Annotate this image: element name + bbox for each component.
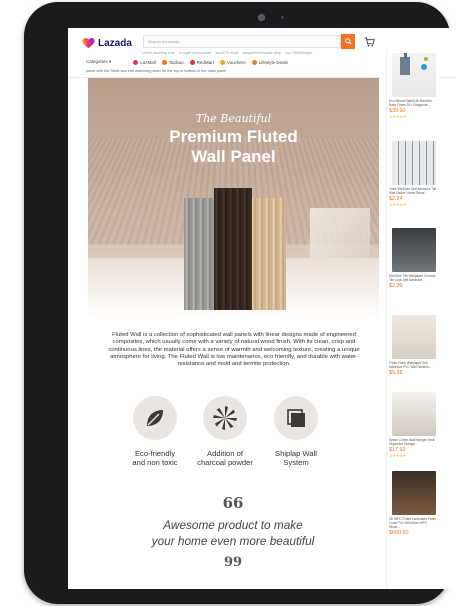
feature-label-line: System: [283, 458, 309, 467]
search-suggestions: wheel mounting trunk bougain shoes power…: [143, 51, 363, 55]
rating-stars: ★★★★★: [389, 454, 407, 458]
nav-item-label: Lifestyle Deals: [258, 59, 288, 65]
product-thumbnail[interactable]: [392, 53, 436, 97]
feature-label-line: Shiplap Wall: [275, 449, 317, 458]
feature-label: Shiplap Wall System: [256, 449, 336, 467]
banner-script-text: The Beautiful: [195, 112, 272, 125]
nav-item-label: RedMart: [196, 59, 214, 65]
open-quote-mark: 66: [222, 494, 244, 512]
nav-item-label: LazMall: [140, 59, 156, 65]
nav-item-vouchers[interactable]: Vouchers: [219, 59, 246, 65]
recommendation-card[interactable]: 3D WPC Fluted Laminated Panel Cover For …: [389, 471, 439, 536]
dark-wood-panel-sample: [214, 188, 252, 310]
heart-logo-icon: [82, 38, 95, 49]
tablet-frame: Lazada Search in Lazada wheel mounting t…: [24, 2, 456, 604]
taobao-icon: [161, 59, 167, 65]
product-name[interactable]: Space Cotton Wall Hanger Hook Organizer …: [389, 438, 437, 446]
feature-label-line: and non toxic: [132, 458, 178, 467]
voucher-icon: [219, 59, 225, 65]
camera-icon: [258, 14, 265, 21]
feature-label-line: Addition of: [207, 449, 243, 458]
suggestion-link[interactable]: strapper/mini/upsale strap: [242, 51, 281, 55]
quote-line: your home even more beautiful: [151, 533, 315, 548]
sensor-dot: [281, 16, 284, 19]
rating-stars: ★★★★★: [389, 203, 407, 207]
nav-item-label: Vouchers: [226, 59, 246, 65]
light-wood-panel-sample: [250, 198, 286, 310]
layers-icon: [287, 409, 305, 427]
testimonial-quote: Awesome product to make your home even m…: [108, 518, 358, 549]
nav-item-lazmall[interactable]: LazMall: [133, 59, 156, 65]
product-thumbnail[interactable]: [392, 141, 436, 185]
browser-screen: Lazada Search in Lazada wheel mounting t…: [68, 28, 456, 589]
quote-line: Awesome product to make: [163, 518, 303, 532]
recommendation-card[interactable]: Yotra 30x30cm Self Adhesive Tile Wall St…: [389, 141, 439, 207]
suggestion-link[interactable]: wheel mounting trunk: [143, 51, 175, 55]
suggestion-link[interactable]: scs 2070 move: [215, 51, 238, 55]
spiral-icon: [213, 406, 237, 430]
feature-icon-circle: [203, 396, 247, 440]
cart-icon[interactable]: [364, 37, 375, 47]
recommendation-card[interactable]: Eco Wheat Rabbit Air Bamboo Baby Green D…: [389, 53, 439, 119]
panel-samples: [184, 188, 286, 310]
product-name[interactable]: Yotra 30x30cm Self Adhesive Tile Wall St…: [389, 187, 437, 195]
feature-eco-friendly: Eco-friendly and non toxic: [115, 396, 195, 467]
logo-text: Lazada: [98, 38, 132, 49]
categories-dropdown[interactable]: Categories ▾: [86, 59, 111, 65]
recommendations-sidebar: Eco Wheat Rabbit Air Bamboo Baby Green D…: [386, 51, 438, 589]
banner-title: Premium Fluted Wall Panel: [88, 127, 379, 167]
suggestion-link[interactable]: vivo 1900/charger: [285, 51, 312, 55]
suggestion-link[interactable]: bougain shoes power: [179, 51, 211, 55]
feature-label: Eco-friendly and non toxic: [115, 449, 195, 467]
nav-item-taobao[interactable]: Taobao: [161, 59, 184, 65]
feature-label-line: charcoal powder: [197, 458, 253, 467]
product-price: $5.38: [389, 370, 403, 376]
feature-shiplap-system: Shiplap Wall System: [256, 396, 336, 467]
categories-label: Categories: [86, 59, 108, 64]
banner-title-line: Premium Fluted: [169, 127, 298, 146]
product-name[interactable]: 30x30cm Tile Wallpaper Ceramic Tile Look…: [389, 274, 437, 282]
product-breadcrumb: panel with the 3side slot end matching p…: [86, 69, 227, 73]
nav-item-label: Taobao: [168, 59, 184, 65]
nav-item-redmart[interactable]: RedMart: [189, 59, 214, 65]
grey-panel-sample: [184, 198, 216, 310]
feature-label: Addition of charcoal powder: [185, 449, 265, 467]
product-price: $2.99: [389, 283, 403, 289]
feature-icon-circle: [133, 396, 177, 440]
banner-title-line: Wall Panel: [191, 147, 276, 166]
search-icon: [344, 38, 352, 45]
feature-charcoal-powder: Addition of charcoal powder: [185, 396, 265, 467]
product-thumbnail[interactable]: [392, 392, 436, 436]
recommendation-card[interactable]: 30x30cm Tile Wallpaper Ceramic Tile Look…: [389, 228, 439, 289]
product-name[interactable]: 3D WPC Fluted Laminated Panel Cover For …: [389, 517, 437, 529]
recommendation-card[interactable]: Space Cotton Wall Hanger Hook Organizer …: [389, 392, 439, 458]
feature-icon-circle: [274, 396, 318, 440]
product-name[interactable]: Fresh Floral Wallpaper Self Adhesive PVC…: [389, 361, 437, 369]
grass-rabbit-image: [400, 53, 428, 75]
lazmall-icon: [133, 59, 139, 65]
product-price: $650.00: [389, 530, 409, 536]
lazada-logo[interactable]: Lazada: [82, 38, 132, 49]
recommendation-card[interactable]: Fresh Floral Wallpaper Self Adhesive PVC…: [389, 315, 439, 376]
product-thumbnail[interactable]: [392, 471, 436, 515]
product-banner-image: The Beautiful Premium Fluted Wall Panel: [88, 78, 379, 320]
search-button[interactable]: [341, 34, 355, 49]
leaf-icon: [147, 410, 163, 426]
product-thumbnail[interactable]: [392, 315, 436, 359]
product-description: Fluted Wall is a collection of sophistic…: [108, 332, 360, 368]
lifestyle-icon: [251, 59, 257, 65]
product-thumbnail[interactable]: [392, 228, 436, 272]
search-input[interactable]: Search in Lazada: [143, 35, 341, 48]
nav-item-lifestyle-deals[interactable]: Lifestyle Deals: [251, 59, 288, 65]
rating-stars: ★★★★★: [389, 115, 407, 119]
redmart-icon: [189, 59, 195, 65]
category-nav: Categories ▾ LazMall Taobao RedMart Vouc…: [86, 58, 356, 66]
product-name[interactable]: Eco Wheat Rabbit Air Bamboo Baby Green D…: [389, 99, 437, 107]
feature-label-line: Eco-friendly: [134, 449, 176, 458]
close-quote-mark: 99: [223, 555, 243, 570]
